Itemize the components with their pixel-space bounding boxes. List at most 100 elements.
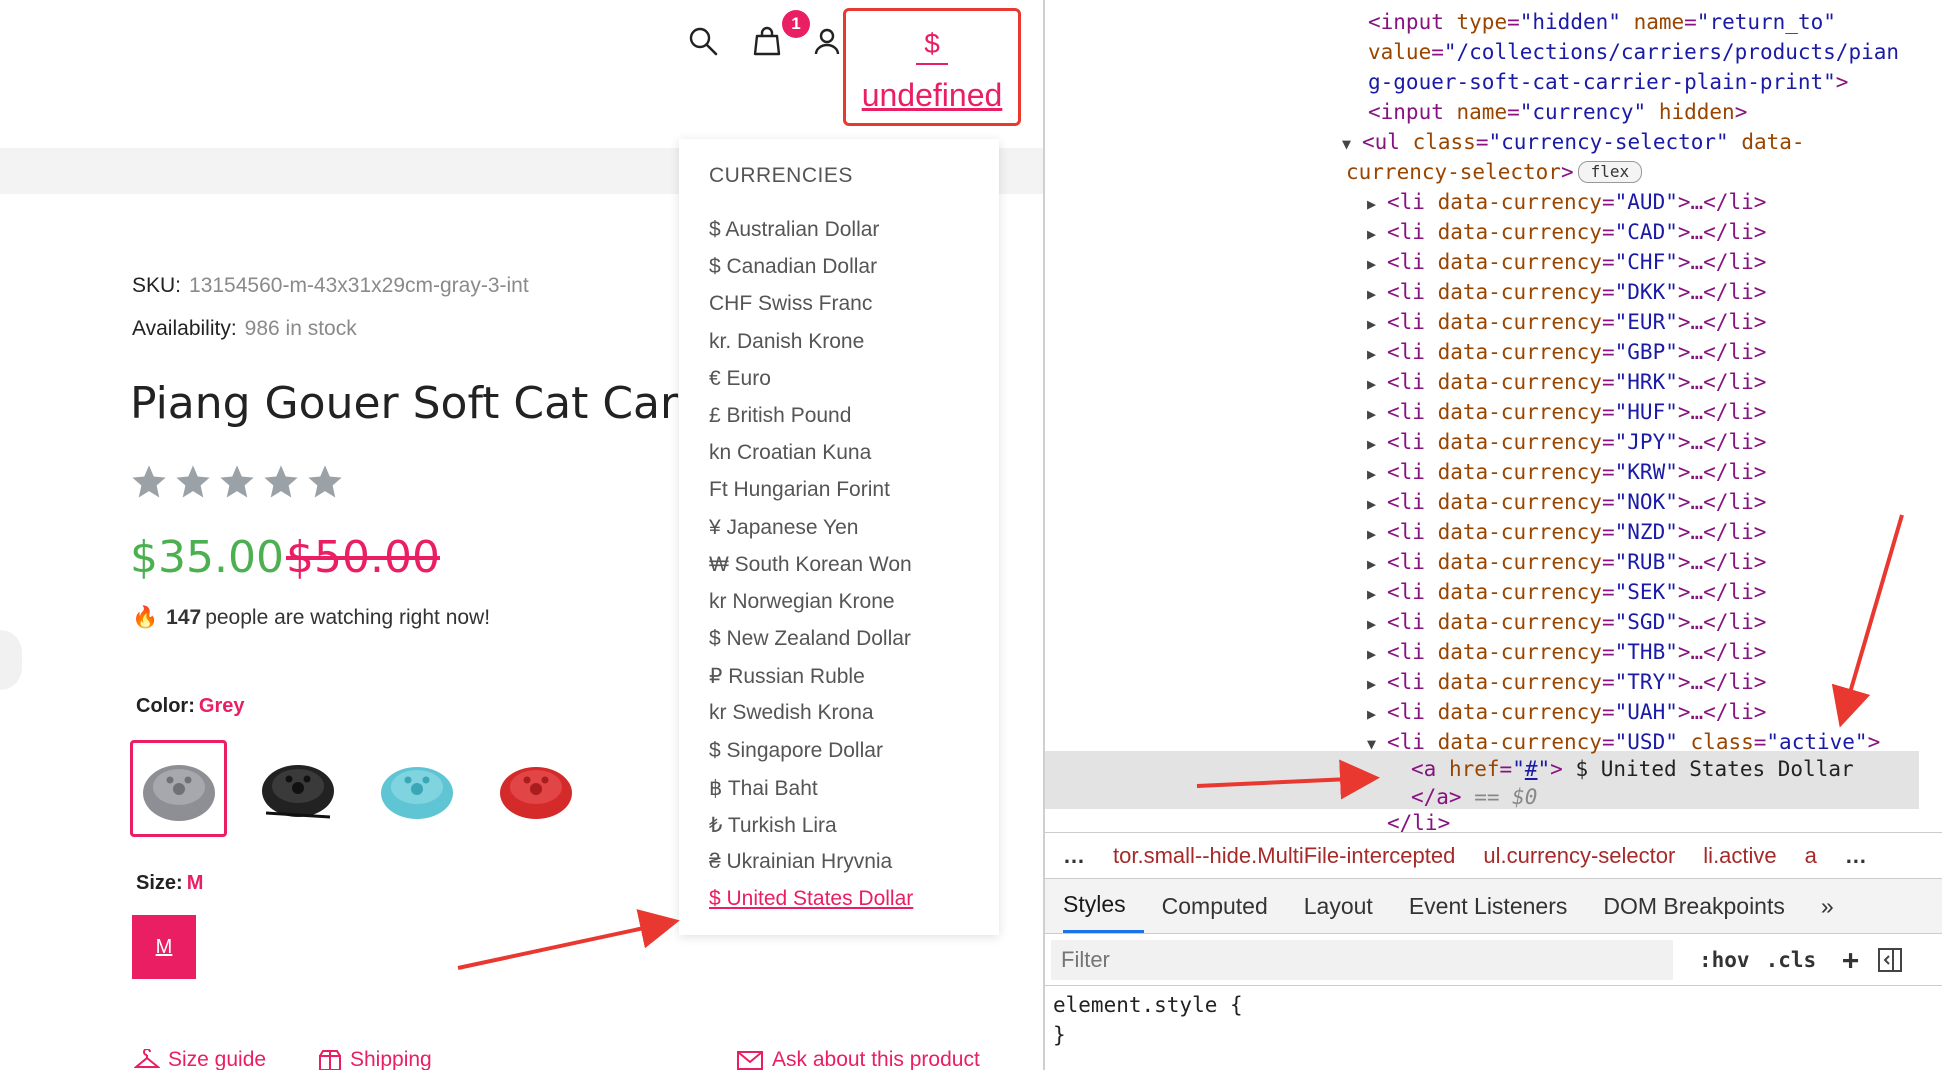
dom-line[interactable]: <input type="hidden" name="return_to" <box>1368 7 1836 37</box>
swatch-grey[interactable] <box>130 740 227 837</box>
breadcrumb-item[interactable]: … <box>1845 843 1867 869</box>
dom-line-li[interactable]: ▶ <li data-currency="TRY">…</li> <box>1367 667 1766 699</box>
styles-filter-input[interactable] <box>1051 939 1673 980</box>
ask-product-link[interactable]: Ask about this product <box>736 1048 980 1070</box>
breadcrumb-item[interactable]: ul.currency-selector <box>1483 843 1675 869</box>
currency-option[interactable]: kr Norwegian Krone <box>709 590 913 627</box>
currency-toggle[interactable]: $ undefined <box>843 8 1021 126</box>
swatch-black[interactable] <box>249 740 346 837</box>
currency-option[interactable]: ₺ Turkish Lira <box>709 813 913 850</box>
dom-line-li[interactable]: ▶ <li data-currency="NOK">…</li> <box>1367 487 1766 519</box>
dom-line[interactable]: value="/collections/carriers/products/pi… <box>1368 37 1899 67</box>
dom-line[interactable]: </li> <box>1387 808 1450 832</box>
dom-line-li[interactable]: ▶ <li data-currency="HRK">…</li> <box>1367 367 1766 399</box>
breadcrumb-item[interactable]: … <box>1063 843 1085 869</box>
currency-option[interactable]: $ Canadian Dollar <box>709 255 913 292</box>
expand-triangle-icon[interactable]: ▼ <box>1367 729 1387 759</box>
expand-triangle-icon[interactable]: ▶ <box>1367 189 1387 219</box>
swatch-blue[interactable] <box>368 740 465 837</box>
expand-triangle-icon[interactable]: ▶ <box>1367 429 1387 459</box>
currency-option[interactable]: £ British Pound <box>709 404 913 441</box>
dom-line-li[interactable]: ▶ <li data-currency="EUR">…</li> <box>1367 307 1766 339</box>
dom-line-li[interactable]: ▶ <li data-currency="CHF">…</li> <box>1367 247 1766 279</box>
toggle-sidebar-icon[interactable] <box>1877 947 1903 973</box>
dom-line-li[interactable]: ▶ <li data-currency="KRW">…</li> <box>1367 457 1766 489</box>
dom-line-li[interactable]: ▶ <li data-currency="THB">…</li> <box>1367 637 1766 669</box>
currency-option[interactable]: ¥ Japanese Yen <box>709 516 913 553</box>
user-icon[interactable] <box>812 26 842 56</box>
expand-triangle-icon[interactable]: ▶ <box>1367 549 1387 579</box>
breadcrumb-item[interactable]: a <box>1805 843 1817 869</box>
new-rule-button[interactable]: + <box>1842 943 1859 976</box>
currency-option[interactable]: $ Australian Dollar <box>709 218 913 255</box>
currency-option[interactable]: ฿ Thai Baht <box>709 776 913 813</box>
currency-option[interactable]: kn Croatian Kuna <box>709 441 913 478</box>
expand-triangle-icon[interactable]: ▶ <box>1367 399 1387 429</box>
expand-triangle-icon[interactable]: ▶ <box>1367 459 1387 489</box>
cls-button[interactable]: .cls <box>1766 948 1817 972</box>
currency-option[interactable]: € Euro <box>709 367 913 404</box>
dom-line-anchor[interactable]: <a href="#"> $ United States Dollar <box>1411 754 1854 784</box>
expand-triangle-icon[interactable]: ▶ <box>1367 279 1387 309</box>
expand-triangle-icon[interactable]: ▶ <box>1367 249 1387 279</box>
tab-more[interactable]: » <box>1821 879 1852 933</box>
dom-line[interactable]: <input name="currency" hidden> <box>1368 97 1747 127</box>
tab-event-listeners[interactable]: Event Listeners <box>1409 879 1586 933</box>
dom-line-li[interactable]: ▶ <li data-currency="GBP">…</li> <box>1367 337 1766 369</box>
tab-layout[interactable]: Layout <box>1304 879 1391 933</box>
currency-option[interactable]: ₽ Russian Ruble <box>709 664 913 701</box>
expand-triangle-icon[interactable]: ▶ <box>1367 219 1387 249</box>
currency-option[interactable]: CHF Swiss Franc <box>709 292 913 329</box>
size-guide-link[interactable]: Size guide <box>134 1048 266 1070</box>
expand-triangle-icon[interactable]: ▶ <box>1367 339 1387 369</box>
dom-line-ul[interactable]: ▼ <ul class="currency-selector" data- <box>1342 127 1805 159</box>
bag-icon[interactable] <box>752 26 782 56</box>
dom-line-li[interactable]: ▶ <li data-currency="SGD">…</li> <box>1367 607 1766 639</box>
expand-triangle-icon[interactable]: ▶ <box>1367 579 1387 609</box>
dom-line[interactable]: g-gouer-soft-cat-carrier-plain-print"> <box>1368 67 1848 97</box>
hov-button[interactable]: :hov <box>1699 948 1750 972</box>
carrier-image <box>142 764 215 821</box>
expand-triangle-icon[interactable]: ▶ <box>1367 369 1387 399</box>
currency-option[interactable]: Ft Hungarian Forint <box>709 478 913 515</box>
breadcrumb-item[interactable]: tor.small--hide.MultiFile-intercepted <box>1113 843 1455 869</box>
breadcrumb-item[interactable]: li.active <box>1703 843 1776 869</box>
expand-triangle-icon[interactable]: ▶ <box>1367 609 1387 639</box>
tab-computed[interactable]: Computed <box>1162 879 1286 933</box>
element-style-rule[interactable]: element.style { } <box>1053 990 1243 1050</box>
search-icon[interactable] <box>688 26 718 56</box>
dom-line-li[interactable]: ▶ <li data-currency="NZD">…</li> <box>1367 517 1766 549</box>
expand-triangle-icon[interactable]: ▶ <box>1367 699 1387 729</box>
dom-line-li[interactable]: ▶ <li data-currency="AUD">…</li> <box>1367 187 1766 219</box>
expand-triangle-icon[interactable]: ▶ <box>1367 309 1387 339</box>
rating-stars[interactable] <box>130 463 344 501</box>
dom-line-li[interactable]: ▶ <li data-currency="DKK">…</li> <box>1367 277 1766 309</box>
dom-line-li[interactable]: ▶ <li data-currency="JPY">…</li> <box>1367 427 1766 459</box>
dom-line-li[interactable]: ▶ <li data-currency="CAD">…</li> <box>1367 217 1766 249</box>
tab-dom-breakpoints[interactable]: DOM Breakpoints <box>1603 879 1803 933</box>
dom-line-li[interactable]: ▶ <li data-currency="RUB">…</li> <box>1367 547 1766 579</box>
left-edge-control[interactable] <box>0 630 22 690</box>
expand-triangle-icon[interactable]: ▶ <box>1367 489 1387 519</box>
currency-option[interactable]: ₩ South Korean Won <box>709 553 913 590</box>
currency-option[interactable]: $ Singapore Dollar <box>709 739 913 776</box>
shipping-link[interactable]: Shipping <box>318 1048 432 1070</box>
carrier-image <box>380 766 453 819</box>
flex-badge[interactable]: flex <box>1577 161 1643 183</box>
currency-option-active[interactable]: $ United States Dollar <box>709 887 913 924</box>
size-option-m[interactable]: M <box>132 915 196 979</box>
dom-line-li[interactable]: ▶ <li data-currency="HUF">…</li> <box>1367 397 1766 429</box>
expand-triangle-icon[interactable]: ▼ <box>1342 129 1362 159</box>
swatch-red[interactable] <box>487 740 584 837</box>
expand-triangle-icon[interactable]: ▶ <box>1367 669 1387 699</box>
tab-styles[interactable]: Styles <box>1063 879 1144 933</box>
dom-line[interactable]: currency-selector> flex <box>1346 157 1643 187</box>
dom-line-li[interactable]: ▶ <li data-currency="UAH">…</li> <box>1367 697 1766 729</box>
expand-triangle-icon[interactable]: ▶ <box>1367 519 1387 549</box>
currency-option[interactable]: $ New Zealand Dollar <box>709 627 913 664</box>
dom-line-li[interactable]: ▶ <li data-currency="SEK">…</li> <box>1367 577 1766 609</box>
currency-option[interactable]: kr. Danish Krone <box>709 330 913 367</box>
currency-option[interactable]: kr Swedish Krona <box>709 701 913 738</box>
currency-option[interactable]: ₴ Ukrainian Hryvnia <box>709 850 913 887</box>
expand-triangle-icon[interactable]: ▶ <box>1367 639 1387 669</box>
